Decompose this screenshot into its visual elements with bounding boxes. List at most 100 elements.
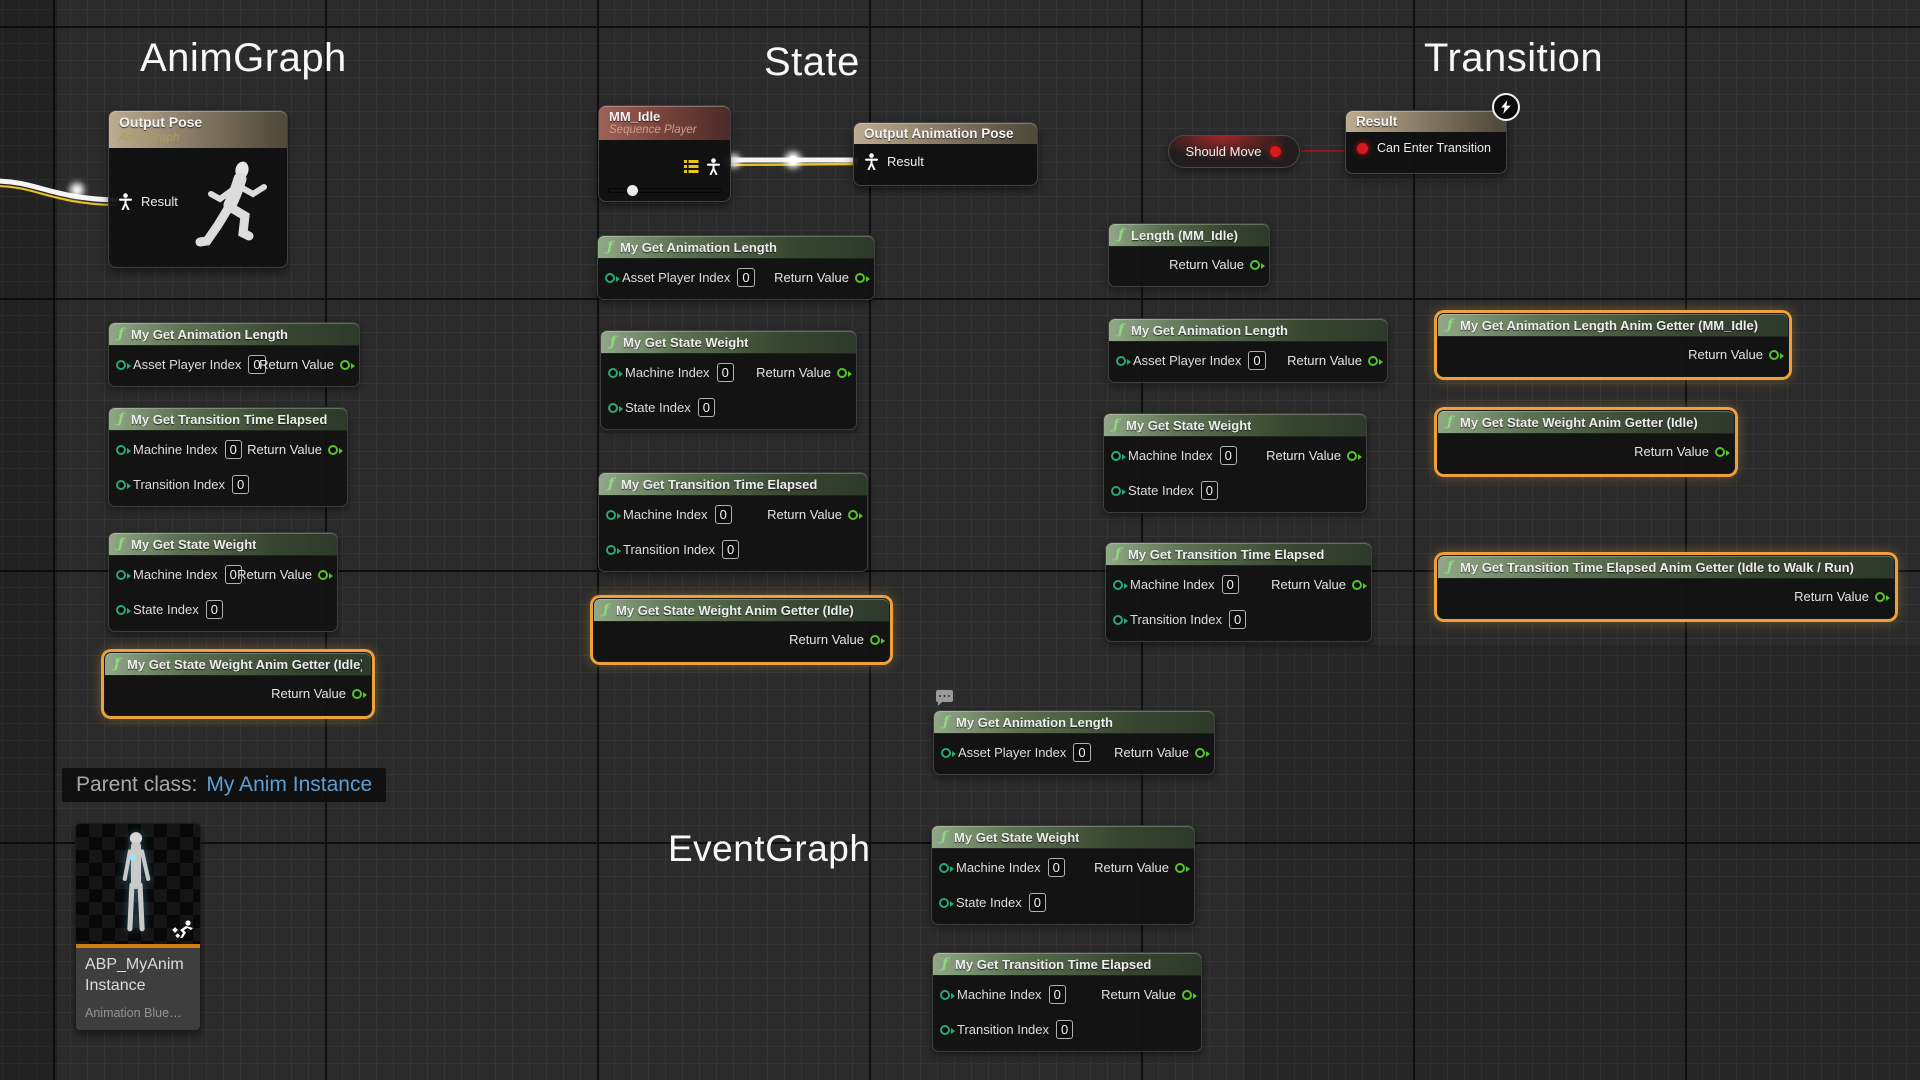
input-pin[interactable] <box>941 748 951 758</box>
return-pin-row: Return Value <box>1101 980 1192 1009</box>
node-my-get-transition-time-elapsed[interactable]: ƒMy Get Transition Time Elapsed Return V… <box>932 952 1202 1052</box>
return-value-pin[interactable] <box>837 368 847 378</box>
pin-value-input[interactable]: 0 <box>1029 893 1046 912</box>
pin-value-input[interactable]: 0 <box>1201 481 1218 500</box>
node-output-pose[interactable]: Output Pose AnimGraph Result <box>108 110 288 268</box>
return-value-pin[interactable] <box>1352 580 1362 590</box>
node-title: My Get Animation Length <box>1131 323 1288 338</box>
input-pin[interactable] <box>940 1025 950 1035</box>
input-pin[interactable] <box>606 545 616 555</box>
pin-value-input[interactable]: 0 <box>1220 446 1237 465</box>
node-my-get-state-weight[interactable]: ƒMy Get State Weight Return Value Machin… <box>931 825 1195 925</box>
pin-value-input[interactable]: 0 <box>717 363 734 382</box>
node-my-get-transition-time-elapsed[interactable]: ƒMy Get Transition Time Elapsed Return V… <box>1105 542 1372 642</box>
blueprint-canvas[interactable]: AnimGraph State Transition EventGraph Ou… <box>0 0 1920 1080</box>
input-pin[interactable] <box>116 570 126 580</box>
input-pin[interactable] <box>940 990 950 1000</box>
return-value-pin[interactable] <box>1715 447 1725 457</box>
return-pin-row: Return Value <box>756 358 847 387</box>
eventgraph-title: EventGraph <box>668 828 870 870</box>
input-pin[interactable] <box>1113 615 1123 625</box>
pin-value-input[interactable]: 0 <box>232 475 249 494</box>
node-my-get-animation-length[interactable]: ƒMy Get Animation Length Return Value As… <box>933 710 1215 775</box>
pin-value-input[interactable]: 0 <box>1048 858 1065 877</box>
node-length-mm-idle[interactable]: ƒLength (MM_Idle) Return Value <box>1108 223 1270 287</box>
node-my-get-animation-length[interactable]: ƒMy Get Animation Length Return Value As… <box>597 235 875 300</box>
pin-value-input[interactable]: 0 <box>225 440 242 459</box>
return-value-pin[interactable] <box>318 570 328 580</box>
return-value-pin[interactable] <box>855 273 865 283</box>
input-pin[interactable] <box>1116 356 1126 366</box>
animgraph-title: AnimGraph <box>140 36 347 81</box>
pin-value-input[interactable]: 0 <box>1056 1020 1073 1039</box>
function-icon: ƒ <box>118 412 124 426</box>
bool-input-pin[interactable] <box>1356 142 1369 155</box>
input-pin-row: State Index0 <box>608 393 847 422</box>
node-my-get-animation-length-anim-getter-mm-idle[interactable]: ƒMy Get Animation Length Anim Getter (MM… <box>1437 313 1789 377</box>
node-my-get-animation-length[interactable]: ƒMy Get Animation Length Return Value As… <box>1108 318 1388 383</box>
node-my-get-transition-time-elapsed[interactable]: ƒMy Get Transition Time Elapsed Return V… <box>108 407 348 507</box>
node-mm-idle[interactable]: MM_Idle Sequence Player <box>598 105 731 202</box>
return-value-pin[interactable] <box>1250 260 1260 270</box>
input-pin[interactable] <box>606 510 616 520</box>
slider-knob[interactable] <box>627 185 638 196</box>
pose-person-icon[interactable] <box>118 193 133 210</box>
return-value-pin[interactable] <box>328 445 338 455</box>
input-pin[interactable] <box>939 863 949 873</box>
input-pin[interactable] <box>608 368 618 378</box>
return-value-pin[interactable] <box>1368 356 1378 366</box>
node-my-get-state-weight[interactable]: ƒMy Get State Weight Return Value Machin… <box>600 330 857 430</box>
return-value-pin[interactable] <box>1182 990 1192 1000</box>
node-my-get-state-weight-anim-getter-idle[interactable]: ƒMy Get State Weight Anim Getter (Idle) … <box>104 652 372 716</box>
input-pin[interactable] <box>116 360 126 370</box>
function-icon: ƒ <box>118 327 124 341</box>
pin-value-input[interactable]: 0 <box>715 505 732 524</box>
node-my-get-transition-time-elapsed-anim-getter-idle-to-walk-run[interactable]: ƒMy Get Transition Time Elapsed Anim Get… <box>1437 555 1895 619</box>
return-value-pin[interactable] <box>1347 451 1357 461</box>
input-pin[interactable] <box>116 480 126 490</box>
return-value-pin[interactable] <box>870 635 880 645</box>
input-pin[interactable] <box>608 403 618 413</box>
input-pin[interactable] <box>116 445 126 455</box>
pin-value-input[interactable]: 0 <box>1229 610 1246 629</box>
input-pin-row: State Index0 <box>116 595 328 624</box>
return-pin-row: Return Value <box>247 435 338 464</box>
return-value-pin[interactable] <box>1875 592 1885 602</box>
return-value-pin[interactable] <box>848 510 858 520</box>
node-my-get-state-weight[interactable]: ƒMy Get State Weight Return Value Machin… <box>1103 413 1367 513</box>
return-value-pin[interactable] <box>352 689 362 699</box>
node-title: My Get State Weight Anim Getter (Idle) <box>127 657 362 672</box>
pin-value-input[interactable]: 0 <box>1222 575 1239 594</box>
node-transition-result[interactable]: Result Can Enter Transition <box>1345 110 1507 174</box>
input-pin[interactable] <box>116 605 126 615</box>
pin-value-input[interactable]: 0 <box>722 540 739 559</box>
return-value-pin[interactable] <box>1769 350 1779 360</box>
input-pin[interactable] <box>939 898 949 908</box>
node-should-move[interactable]: Should Move <box>1168 135 1300 168</box>
pin-value-input[interactable]: 0 <box>1073 743 1090 762</box>
return-value-pin[interactable] <box>1175 863 1185 873</box>
node-my-get-state-weight[interactable]: ƒMy Get State Weight Return Value Machin… <box>108 532 338 632</box>
parent-class-link[interactable]: My Anim Instance <box>206 773 372 797</box>
pin-value-input[interactable]: 0 <box>206 600 223 619</box>
pin-value-input[interactable]: 0 <box>698 398 715 417</box>
node-output-animation-pose[interactable]: Output Animation Pose Result <box>853 122 1038 186</box>
bool-output-pin[interactable] <box>1269 145 1282 158</box>
input-pin[interactable] <box>1111 451 1121 461</box>
input-pin[interactable] <box>1111 486 1121 496</box>
node-my-get-animation-length[interactable]: ƒMy Get Animation Length Return Value As… <box>108 322 360 387</box>
return-value-pin[interactable] <box>1195 748 1205 758</box>
pose-person-icon[interactable] <box>864 153 879 170</box>
pose-output-pin[interactable] <box>706 158 721 175</box>
asset-tile-abp-myanim[interactable]: ABP_MyAnim Instance Animation Blue… <box>75 823 201 1031</box>
node-my-get-state-weight-anim-getter-idle[interactable]: ƒMy Get State Weight Anim Getter (Idle) … <box>1437 410 1735 474</box>
pin-value-input[interactable]: 0 <box>1248 351 1265 370</box>
pin-value-input[interactable]: 0 <box>737 268 754 287</box>
return-value-pin[interactable] <box>340 360 350 370</box>
playback-slider[interactable] <box>608 188 721 193</box>
node-my-get-state-weight-anim-getter-idle[interactable]: ƒMy Get State Weight Anim Getter (Idle) … <box>593 598 890 662</box>
pin-value-input[interactable]: 0 <box>1049 985 1066 1004</box>
input-pin[interactable] <box>1113 580 1123 590</box>
input-pin[interactable] <box>605 273 615 283</box>
node-my-get-transition-time-elapsed[interactable]: ƒMy Get Transition Time Elapsed Return V… <box>598 472 868 572</box>
